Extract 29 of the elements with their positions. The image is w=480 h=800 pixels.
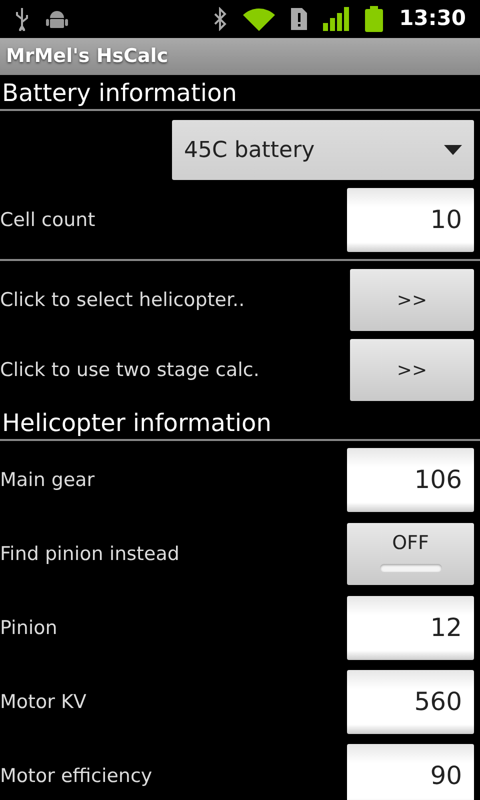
battery-icon	[365, 6, 384, 32]
usb-icon	[14, 7, 30, 31]
signal-icon	[323, 7, 350, 31]
title-bar: MrMel's HsCalc	[0, 38, 480, 75]
row-label: Find pinion instead	[0, 542, 180, 567]
field-label: Cell count	[0, 208, 96, 233]
number-field[interactable]: 90	[347, 744, 474, 800]
section-heading: Helicopter information	[0, 405, 480, 441]
row-label: Click to use two stage calc.	[0, 358, 260, 383]
row-label: Click to select helicopter..	[0, 288, 245, 313]
field-label: Pinion	[0, 616, 58, 641]
next-button[interactable]: >>	[350, 269, 474, 331]
number-field[interactable]: 12	[347, 596, 474, 660]
wifi-icon	[243, 7, 276, 31]
android-icon	[46, 8, 68, 30]
next-button[interactable]: >>	[350, 339, 474, 401]
dropdown-arrow-icon	[444, 145, 462, 155]
bluetooth-icon	[213, 7, 228, 31]
number-field[interactable]: 560	[347, 670, 474, 734]
battery-dropdown[interactable]: 45C battery	[172, 120, 474, 180]
field-label: Motor KV	[0, 690, 86, 715]
number-field[interactable]: 106	[347, 448, 474, 512]
sim-alert-icon	[291, 8, 308, 30]
number-field[interactable]: 10	[347, 188, 474, 252]
field-label: Main gear	[0, 468, 95, 493]
section-heading: Battery information	[0, 75, 480, 111]
toggle-button[interactable]: OFF	[347, 523, 474, 585]
field-label: Motor efficiency	[0, 764, 152, 789]
clock-time: 13:30	[399, 5, 466, 32]
